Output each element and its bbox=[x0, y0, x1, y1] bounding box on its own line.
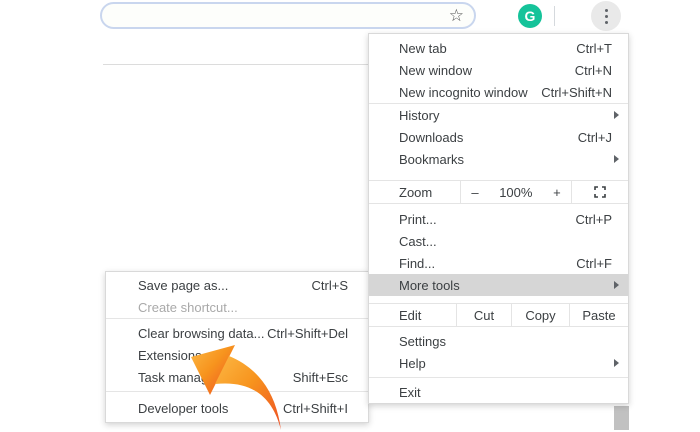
page-content-divider bbox=[103, 64, 368, 65]
submenu-item-create-shortcut: Create shortcut... bbox=[106, 296, 368, 318]
menu-item-label: Bookmarks bbox=[399, 152, 464, 167]
menu-item-label: Task manager bbox=[138, 370, 220, 385]
menu-item-new-tab[interactable]: New tab Ctrl+T bbox=[369, 37, 628, 59]
menu-item-label: Extensions bbox=[138, 348, 202, 363]
menu-item-label: History bbox=[399, 108, 439, 123]
menu-item-shortcut: Ctrl+Shift+Del bbox=[267, 326, 348, 341]
menu-item-history[interactable]: History bbox=[369, 104, 628, 126]
address-bar[interactable]: ☆ bbox=[100, 2, 476, 29]
menu-item-shortcut: Ctrl+S bbox=[312, 278, 348, 293]
menu-item-exit[interactable]: Exit bbox=[369, 381, 628, 403]
menu-item-settings[interactable]: Settings bbox=[369, 330, 628, 352]
menu-item-label: Downloads bbox=[399, 130, 463, 145]
fullscreen-icon bbox=[594, 186, 606, 198]
menu-item-shortcut: Ctrl+F bbox=[576, 256, 612, 271]
menu-item-new-window[interactable]: New window Ctrl+N bbox=[369, 59, 628, 81]
submenu-arrow-icon bbox=[614, 359, 619, 367]
menu-item-label: New tab bbox=[399, 41, 447, 56]
menu-item-label: Find... bbox=[399, 256, 435, 271]
zoom-controls: – 100% + bbox=[460, 181, 572, 203]
menu-item-shortcut: Ctrl+N bbox=[575, 63, 612, 78]
submenu-item-clear-browsing-data[interactable]: Clear browsing data... Ctrl+Shift+Del bbox=[106, 322, 368, 344]
menu-item-print[interactable]: Print... Ctrl+P bbox=[369, 208, 628, 230]
edit-row: Edit Cut Copy Paste bbox=[369, 303, 628, 327]
menu-item-shortcut: Shift+Esc bbox=[293, 370, 348, 385]
menu-item-shortcut: Ctrl+Shift+N bbox=[541, 85, 612, 100]
browser-window: ☆ G New tab Ctrl+T New window Ctrl+N New… bbox=[0, 0, 700, 430]
bookmark-star-icon[interactable]: ☆ bbox=[449, 7, 464, 24]
submenu-arrow-icon bbox=[614, 155, 619, 163]
menu-item-label: Help bbox=[399, 356, 426, 371]
menu-item-help[interactable]: Help bbox=[369, 352, 628, 374]
submenu-item-task-manager[interactable]: Task manager Shift+Esc bbox=[106, 366, 368, 388]
menu-item-find[interactable]: Find... Ctrl+F bbox=[369, 252, 628, 274]
menu-item-new-incognito-window[interactable]: New incognito window Ctrl+Shift+N bbox=[369, 81, 628, 103]
menu-item-label: Developer tools bbox=[138, 401, 228, 416]
submenu-item-extensions[interactable]: Extensions bbox=[106, 344, 368, 366]
browser-menu-button[interactable] bbox=[591, 1, 621, 31]
menu-item-more-tools[interactable]: More tools bbox=[369, 274, 628, 296]
cut-button[interactable]: Cut bbox=[456, 304, 511, 326]
menu-item-shortcut: Ctrl+T bbox=[576, 41, 612, 56]
zoom-in-button[interactable]: + bbox=[553, 185, 561, 200]
kebab-dot-icon bbox=[605, 15, 608, 18]
menu-item-label: New incognito window bbox=[399, 85, 528, 100]
menu-item-downloads[interactable]: Downloads Ctrl+J bbox=[369, 126, 628, 148]
menu-item-label: New window bbox=[399, 63, 472, 78]
grammarly-extension-icon[interactable]: G bbox=[518, 4, 542, 28]
kebab-dot-icon bbox=[605, 9, 608, 12]
menu-item-bookmarks[interactable]: Bookmarks bbox=[369, 148, 628, 170]
submenu-arrow-icon bbox=[614, 111, 619, 119]
menu-item-label: Print... bbox=[399, 212, 437, 227]
menu-item-label: Exit bbox=[399, 385, 421, 400]
toolbar-divider bbox=[554, 6, 555, 26]
menu-item-shortcut: Ctrl+Shift+I bbox=[283, 401, 348, 416]
submenu-item-save-page-as[interactable]: Save page as... Ctrl+S bbox=[106, 274, 368, 296]
more-tools-submenu: Save page as... Ctrl+S Create shortcut..… bbox=[105, 271, 369, 423]
menu-separator bbox=[369, 377, 628, 378]
menu-item-label: More tools bbox=[399, 278, 460, 293]
zoom-level-value: 100% bbox=[499, 185, 532, 200]
fullscreen-button[interactable] bbox=[572, 181, 628, 203]
menu-item-label: Settings bbox=[399, 334, 446, 349]
zoom-label: Zoom bbox=[369, 181, 460, 203]
edit-label: Edit bbox=[369, 304, 456, 326]
grammarly-letter: G bbox=[525, 9, 536, 23]
menu-item-label: Cast... bbox=[399, 234, 437, 249]
zoom-out-button[interactable]: – bbox=[471, 185, 478, 200]
menu-item-shortcut: Ctrl+J bbox=[578, 130, 612, 145]
submenu-item-developer-tools[interactable]: Developer tools Ctrl+Shift+I bbox=[106, 396, 368, 420]
paste-button[interactable]: Paste bbox=[569, 304, 628, 326]
menu-item-label: Save page as... bbox=[138, 278, 228, 293]
menu-separator bbox=[106, 318, 368, 319]
kebab-dot-icon bbox=[605, 21, 608, 24]
menu-item-cast[interactable]: Cast... bbox=[369, 230, 628, 252]
page-scrollbar-thumb[interactable] bbox=[614, 406, 629, 430]
browser-dropdown-menu: New tab Ctrl+T New window Ctrl+N New inc… bbox=[368, 33, 629, 404]
submenu-arrow-icon bbox=[614, 281, 619, 289]
copy-button[interactable]: Copy bbox=[511, 304, 569, 326]
menu-separator bbox=[106, 391, 368, 392]
zoom-row: Zoom – 100% + bbox=[369, 180, 628, 204]
menu-item-shortcut: Ctrl+P bbox=[576, 212, 612, 227]
menu-item-label: Clear browsing data... bbox=[138, 326, 264, 341]
menu-item-label: Create shortcut... bbox=[138, 300, 238, 315]
